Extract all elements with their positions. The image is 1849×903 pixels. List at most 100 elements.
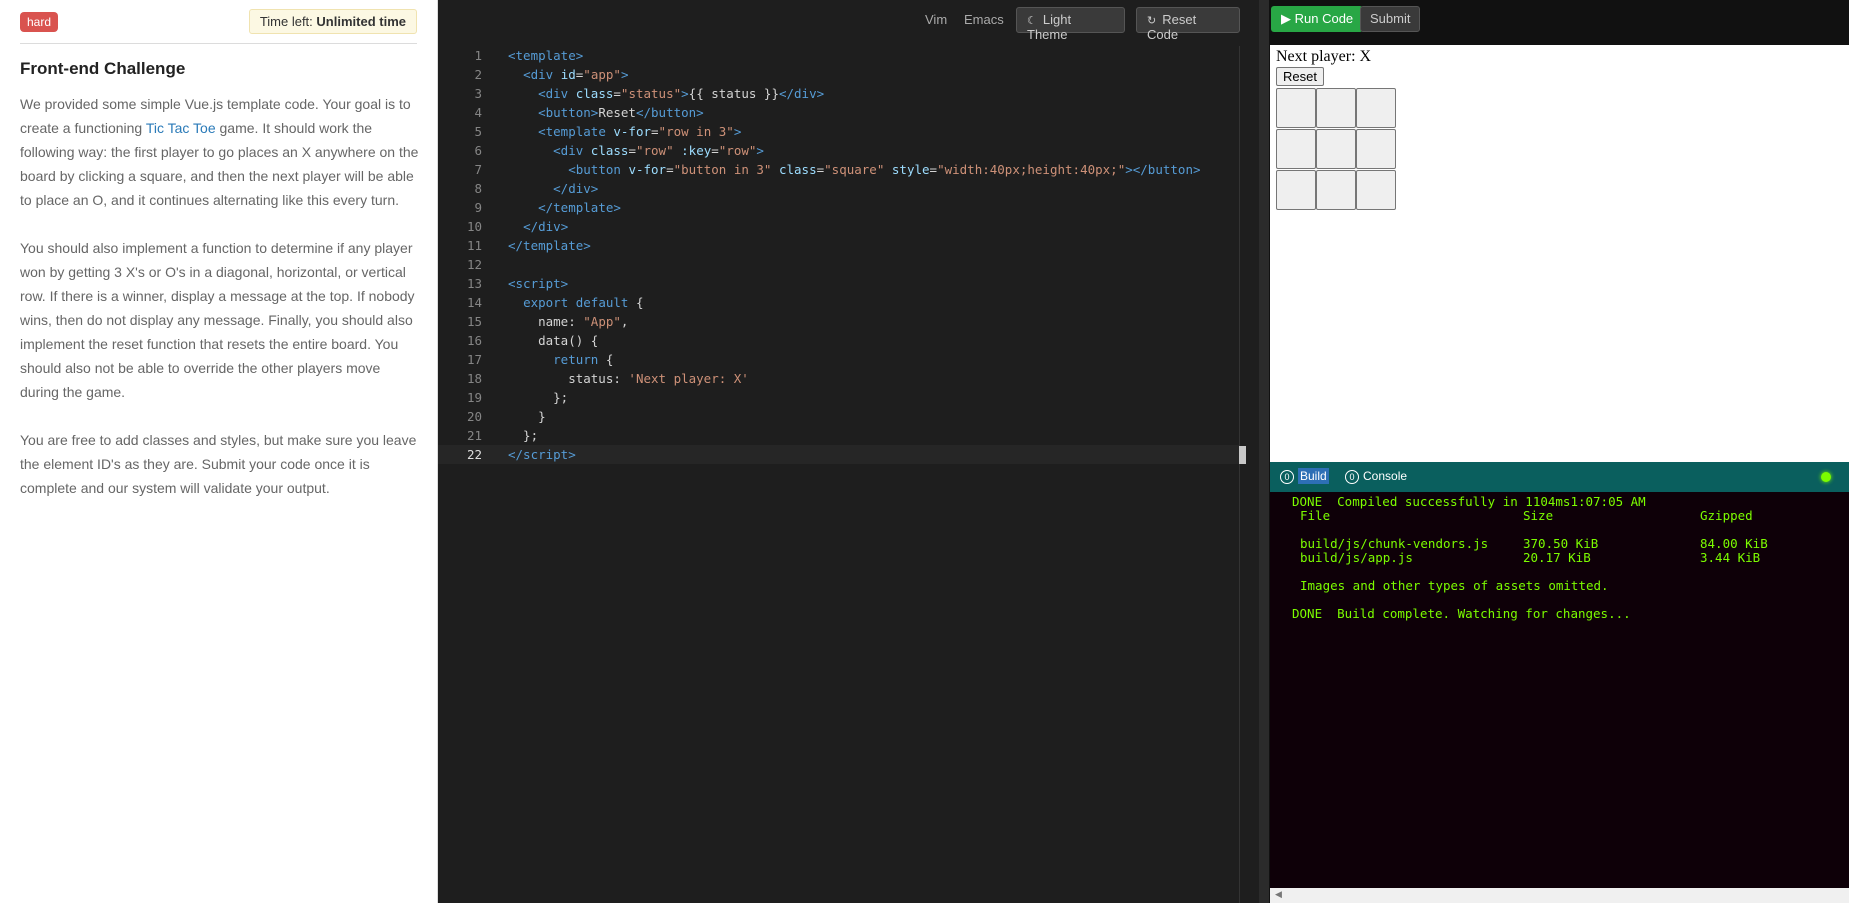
tab-console[interactable]: 0 Console [1345, 469, 1407, 484]
console-tabs: 0 Build 0 Console [1270, 462, 1849, 492]
line-number: 17 [466, 352, 482, 367]
code-line: 15 name: "App", [438, 312, 1239, 331]
line-number: 20 [466, 409, 482, 424]
editor-toolbar: Vim Emacs ☾ Light Theme ↻ Reset Code [438, 0, 1259, 42]
description-paragraph: We provided some simple Vue.js template … [20, 92, 420, 212]
file-gzipped: 3.44 KiB [1700, 550, 1761, 565]
output-panel: ▶ Run Code Submit Next player: X Reset 0… [1269, 0, 1849, 903]
challenge-header: hard Time left: Unlimited time [20, 8, 417, 44]
board-row [1276, 129, 1397, 170]
board-square[interactable] [1276, 170, 1316, 210]
build-count-badge: 0 [1280, 470, 1294, 484]
code-line: 1 <template> [438, 46, 1239, 65]
code-line: 12 [438, 255, 1239, 274]
code-line: 3 <div class="status">{{ status }}</div> [438, 84, 1239, 103]
line-number: 16 [466, 333, 482, 348]
code-line: 21 }; [438, 426, 1239, 445]
console-output: DONE Compiled successfully in 1104ms1:07… [1270, 492, 1849, 888]
status-indicator-icon [1821, 472, 1831, 482]
run-code-button[interactable]: ▶ Run Code [1271, 6, 1364, 32]
light-theme-button[interactable]: ☾ Light Theme [1016, 7, 1125, 42]
line-number: 1 [474, 48, 482, 63]
challenge-panel: hard Time left: Unlimited time Front-end… [0, 0, 438, 903]
tic-tac-toe-link[interactable]: Tic Tac Toe [146, 120, 216, 136]
preview-frame: Next player: X Reset [1270, 45, 1849, 462]
code-line: 5 <template v-for="row in 3"> [438, 122, 1239, 141]
line-number: 10 [466, 219, 482, 234]
console-line: DONE Build complete. Watching for change… [1292, 606, 1631, 621]
board-square[interactable] [1276, 88, 1316, 128]
board-row [1276, 88, 1397, 129]
panel-splitter[interactable] [1259, 0, 1269, 903]
board-square[interactable] [1356, 88, 1396, 128]
run-code-label: Run Code [1294, 11, 1354, 26]
board-square[interactable] [1356, 129, 1396, 169]
file-name: build/js/app.js [1300, 550, 1413, 565]
code-line: 18 status: 'Next player: X' [438, 369, 1239, 388]
challenge-description: We provided some simple Vue.js template … [20, 92, 420, 524]
line-number: 22 [466, 447, 482, 462]
console-horizontal-scrollbar[interactable]: ◀ [1270, 888, 1849, 903]
submit-button[interactable]: Submit [1360, 6, 1421, 32]
challenge-title: Front-end Challenge [20, 59, 186, 78]
line-number: 14 [466, 295, 482, 310]
board-row [1276, 170, 1397, 211]
board-square[interactable] [1276, 129, 1316, 169]
line-number: 5 [474, 124, 482, 139]
line-number: 4 [474, 105, 482, 120]
game-status: Next player: X [1276, 48, 1372, 65]
time-left-value: Unlimited time [316, 14, 406, 29]
tab-build[interactable]: 0 Build [1280, 468, 1329, 484]
file-size: 20.17 KiB [1523, 550, 1591, 565]
code-line: 16 data() { [438, 331, 1239, 350]
tab-console-label: Console [1363, 469, 1408, 483]
code-line: 4 <button>Reset</button> [438, 103, 1239, 122]
board-square[interactable] [1356, 170, 1396, 210]
code-line: 9 </template> [438, 198, 1239, 217]
code-editor: Vim Emacs ☾ Light Theme ↻ Reset Code 1 <tem… [438, 0, 1259, 903]
description-paragraph: You should also implement a function to … [20, 240, 415, 400]
code-content[interactable]: 1 <template> 2 <div id="app"> 3 <div clas… [438, 46, 1239, 903]
tic-tac-toe-board [1276, 88, 1397, 211]
board-square[interactable] [1316, 88, 1356, 128]
code-line: 11 </template> [438, 236, 1239, 255]
code-line: 2 <div id="app"> [438, 65, 1239, 84]
editor-scrollbar-thumb[interactable] [1239, 446, 1246, 464]
code-line: 14 export default { [438, 293, 1239, 312]
column-gzipped: Gzipped [1700, 508, 1753, 523]
line-number: 21 [466, 428, 482, 443]
line-number: 7 [474, 162, 482, 177]
file-name: build/js/chunk-vendors.js [1300, 536, 1489, 551]
line-number: 8 [474, 181, 482, 196]
code-line: 8 </div> [438, 179, 1239, 198]
console-line: DONE Compiled successfully in 1104ms1:07… [1292, 494, 1646, 509]
console-line: Images and other types of assets omitted… [1300, 578, 1609, 593]
board-square[interactable] [1316, 170, 1356, 210]
line-number: 12 [466, 257, 482, 272]
vim-mode-link[interactable]: Vim [925, 12, 947, 27]
line-number: 3 [474, 86, 482, 101]
board-square[interactable] [1316, 129, 1356, 169]
code-line: 7 <button v-for="button in 3" class="squ… [438, 160, 1239, 179]
scroll-left-icon[interactable]: ◀ [1275, 889, 1282, 900]
line-number: 9 [474, 200, 482, 215]
time-left-label: Time left: [259, 14, 313, 29]
game-reset-button[interactable]: Reset [1276, 67, 1324, 86]
code-line: 10 </div> [438, 217, 1239, 236]
line-number: 15 [466, 314, 482, 329]
console-count-badge: 0 [1345, 470, 1359, 484]
line-number: 2 [474, 67, 482, 82]
code-line: 17 return { [438, 350, 1239, 369]
time-left: Time left: Unlimited time [248, 9, 417, 34]
play-icon: ▶ [1281, 11, 1291, 26]
emacs-mode-link[interactable]: Emacs [964, 12, 1004, 27]
editor-scrollbar[interactable] [1239, 46, 1259, 903]
line-number: 11 [466, 238, 482, 253]
difficulty-badge: hard [20, 12, 59, 32]
code-line-active: 22 </script> [438, 445, 1239, 464]
reset-code-button[interactable]: ↻ Reset Code [1136, 7, 1240, 42]
code-line: 19 }; [438, 388, 1239, 407]
line-number: 19 [466, 390, 482, 405]
code-line: 6 <div class="row" :key="row"> [438, 141, 1239, 160]
refresh-icon: ↻ [1147, 15, 1157, 27]
